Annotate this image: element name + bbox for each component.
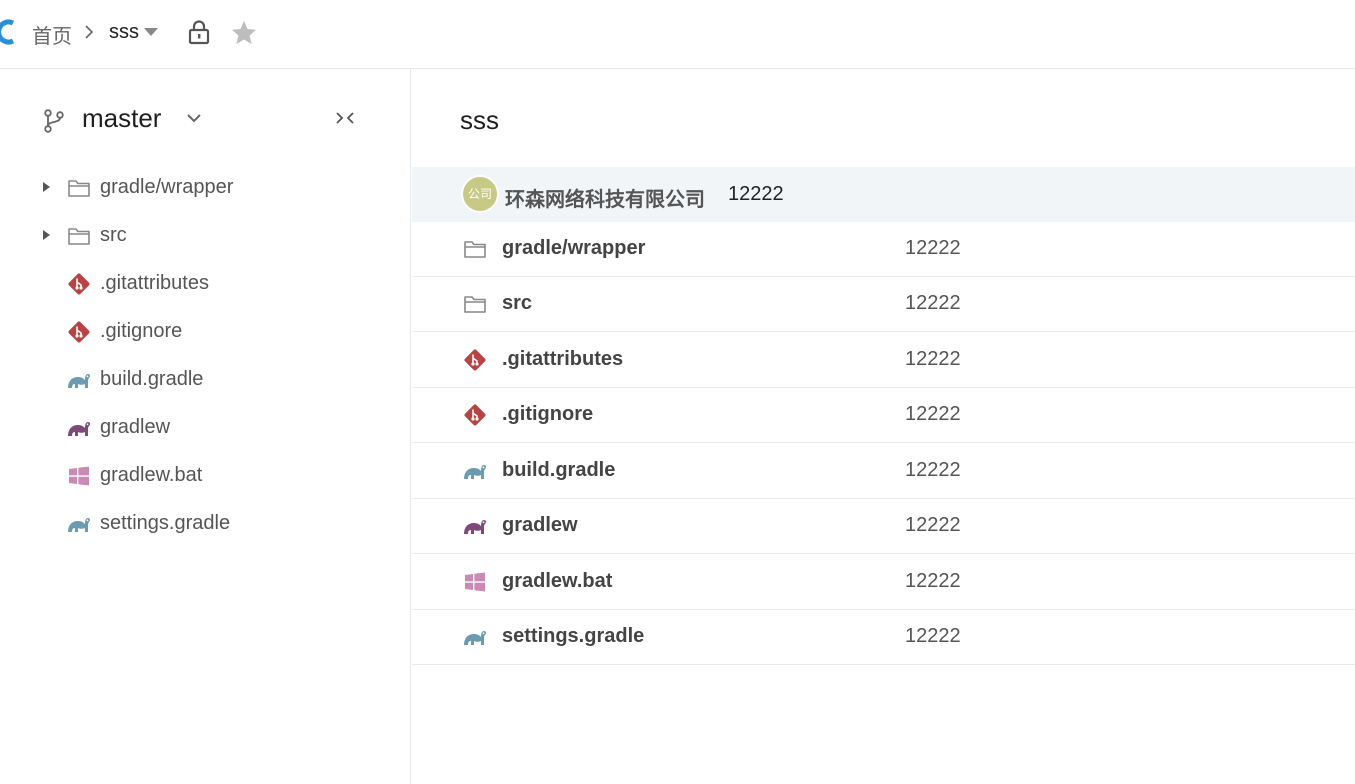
- table-row[interactable]: settings.gradle 12222: [412, 610, 1355, 665]
- tree-item-gradle-wrapper[interactable]: gradle/wrapper: [0, 168, 410, 208]
- file-name-link[interactable]: gradle/wrapper: [502, 237, 645, 260]
- collapse-sidebar-icon[interactable]: [334, 109, 356, 127]
- tree-item-gitignore[interactable]: .gitignore: [0, 312, 410, 352]
- tree-item-gitattributes[interactable]: .gitattributes: [0, 264, 410, 304]
- tree-item-label: gradle/wrapper: [100, 176, 234, 198]
- gradle-icon: [66, 367, 92, 393]
- commit-author[interactable]: 环森网络科技有限公司: [505, 183, 705, 212]
- table-row[interactable]: gradlew.bat 12222: [412, 555, 1355, 610]
- git-icon: [462, 347, 488, 373]
- git-icon: [66, 319, 92, 345]
- git-branch-icon: [42, 108, 66, 134]
- tree-item-gradlew[interactable]: gradlew: [0, 408, 410, 448]
- chevron-down-icon[interactable]: [185, 111, 203, 125]
- git-icon: [66, 271, 92, 297]
- file-name-link[interactable]: gradlew.bat: [502, 570, 612, 593]
- gradle-icon: [462, 624, 488, 650]
- folder-icon: [462, 291, 488, 317]
- file-name-link[interactable]: gradlew: [502, 514, 578, 537]
- file-tree-sidebar: master gradle/wrapper src .gitattributes…: [0, 69, 411, 784]
- git-icon: [462, 402, 488, 428]
- gradle-icon: [462, 458, 488, 484]
- tree-item-settings-gradle[interactable]: settings.gradle: [0, 504, 410, 544]
- chevron-right-icon: [82, 23, 96, 41]
- file-list-panel: sss 公司 环森网络科技有限公司 12222 gradle/wrapper 1…: [412, 69, 1355, 784]
- caret-right-icon[interactable]: [40, 180, 52, 194]
- tree-item-label: settings.gradle: [100, 512, 231, 534]
- file-commit-link[interactable]: 12222: [905, 459, 961, 482]
- table-row[interactable]: gradlew 12222: [412, 499, 1355, 554]
- file-commit-link[interactable]: 12222: [905, 403, 961, 426]
- file-name-link[interactable]: build.gradle: [502, 459, 615, 482]
- tree-item-label: src: [100, 224, 127, 246]
- tree-item-build-gradle[interactable]: build.gradle: [0, 360, 410, 400]
- table-row[interactable]: .gitattributes 12222: [412, 333, 1355, 388]
- lock-icon[interactable]: [186, 19, 212, 45]
- file-name-link[interactable]: settings.gradle: [502, 625, 644, 648]
- file-name-link[interactable]: src: [502, 292, 532, 315]
- latest-commit-bar: 公司 环森网络科技有限公司 12222: [412, 167, 1355, 222]
- tree-item-gradlew-bat[interactable]: gradlew.bat: [0, 456, 410, 496]
- table-row[interactable]: src 12222: [412, 277, 1355, 332]
- file-commit-link[interactable]: 12222: [905, 514, 961, 537]
- file-commit-link[interactable]: 12222: [905, 292, 961, 315]
- gradle-icon: [66, 511, 92, 537]
- page-title: sss: [460, 105, 499, 135]
- commit-message[interactable]: 12222: [728, 183, 784, 206]
- tree-item-label: gradlew: [100, 416, 171, 438]
- file-commit-link[interactable]: 12222: [905, 348, 961, 371]
- gradlew-icon: [66, 415, 92, 441]
- windows-icon: [462, 569, 488, 595]
- caret-down-icon[interactable]: [143, 27, 159, 37]
- folder-icon: [66, 223, 92, 249]
- table-row[interactable]: .gitignore 12222: [412, 388, 1355, 443]
- tree-item-label: build.gradle: [100, 368, 204, 390]
- avatar[interactable]: 公司: [461, 175, 499, 213]
- caret-right-icon[interactable]: [40, 228, 52, 242]
- app-logo-icon[interactable]: [0, 18, 16, 46]
- tree-item-label: .gitattributes: [100, 272, 209, 294]
- tree-item-label: gradlew.bat: [100, 464, 203, 486]
- folder-icon: [462, 236, 488, 262]
- top-bar: 首页 sss: [0, 0, 1355, 69]
- file-commit-link[interactable]: 12222: [905, 570, 961, 593]
- file-name-link[interactable]: .gitattributes: [502, 348, 623, 371]
- tree-item-label: .gitignore: [100, 320, 183, 342]
- table-row[interactable]: build.gradle 12222: [412, 444, 1355, 499]
- file-commit-link[interactable]: 12222: [905, 625, 961, 648]
- branch-selector[interactable]: master: [82, 103, 161, 134]
- windows-icon: [66, 463, 92, 489]
- star-icon[interactable]: [230, 19, 258, 47]
- file-name-link[interactable]: .gitignore: [502, 403, 593, 426]
- tree-item-src[interactable]: src: [0, 216, 410, 256]
- table-row[interactable]: gradle/wrapper 12222: [412, 222, 1355, 277]
- breadcrumb-repo-link[interactable]: sss: [109, 21, 139, 44]
- breadcrumb-home-link[interactable]: 首页: [32, 20, 72, 49]
- gradlew-icon: [462, 513, 488, 539]
- file-commit-link[interactable]: 12222: [905, 237, 961, 260]
- folder-icon: [66, 175, 92, 201]
